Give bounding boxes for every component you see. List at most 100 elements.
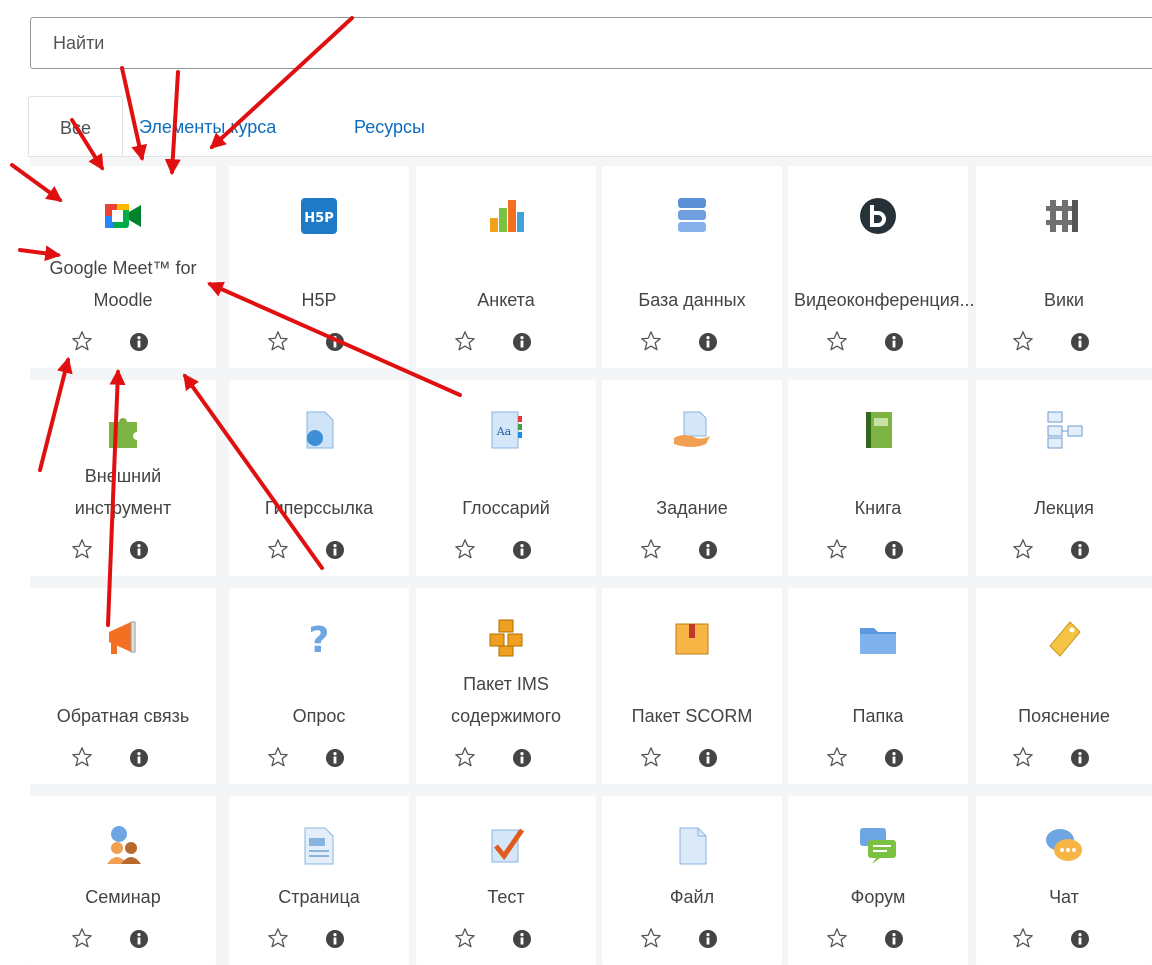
module-label: Файл <box>669 887 715 907</box>
module-label: База данных <box>638 290 746 310</box>
module-label: Пакет IMS содержимого <box>450 674 561 726</box>
info-icon[interactable] <box>512 332 532 352</box>
star-icon[interactable] <box>826 746 848 768</box>
module-card[interactable]: Файл <box>602 796 782 965</box>
star-icon[interactable] <box>267 538 289 560</box>
info-icon[interactable] <box>512 540 532 560</box>
module-label: Google Meet™ for Moodle <box>49 258 197 310</box>
star-icon[interactable] <box>71 538 93 560</box>
module-card[interactable]: База данных <box>602 166 782 368</box>
assignment-icon <box>670 408 714 452</box>
module-label: Тест <box>487 887 525 907</box>
star-icon[interactable] <box>640 330 662 352</box>
info-icon[interactable] <box>129 929 149 949</box>
module-card[interactable]: Aa Глоссарий <box>416 380 596 576</box>
module-card[interactable]: Обратная связь <box>30 588 216 784</box>
star-icon[interactable] <box>454 927 476 949</box>
module-label: Пакет SCORM <box>631 706 753 726</box>
module-label: Задание <box>656 498 728 518</box>
star-icon[interactable] <box>71 927 93 949</box>
lesson-icon <box>1042 408 1086 452</box>
module-card[interactable]: Пакет IMS содержимого <box>416 588 596 784</box>
module-card[interactable]: Чат <box>976 796 1152 965</box>
star-icon[interactable] <box>267 746 289 768</box>
svg-text:?: ? <box>309 620 330 660</box>
module-card[interactable]: Гиперссылка <box>229 380 409 576</box>
module-label: Пояснение <box>1018 706 1110 726</box>
info-icon[interactable] <box>325 929 345 949</box>
page-icon <box>297 824 341 868</box>
tab-all[interactable]: Все <box>28 96 123 156</box>
module-card[interactable]: H5P H5P <box>229 166 409 368</box>
module-card[interactable]: ? Опрос <box>229 588 409 784</box>
info-icon[interactable] <box>698 540 718 560</box>
star-icon[interactable] <box>71 330 93 352</box>
info-icon[interactable] <box>325 332 345 352</box>
star-icon[interactable] <box>640 746 662 768</box>
scorm-package-icon <box>670 616 714 660</box>
star-icon[interactable] <box>826 927 848 949</box>
module-label: Лекция <box>1034 498 1094 518</box>
module-card[interactable]: Задание <box>602 380 782 576</box>
module-card[interactable]: Страница <box>229 796 409 965</box>
svg-text:H5P: H5P <box>304 211 333 226</box>
info-icon[interactable] <box>1070 332 1090 352</box>
star-icon[interactable] <box>454 538 476 560</box>
star-icon[interactable] <box>1012 746 1034 768</box>
module-label: Глоссарий <box>462 498 550 518</box>
info-icon[interactable] <box>512 929 532 949</box>
quiz-icon <box>484 824 528 868</box>
module-card[interactable]: Видеоконференция... <box>788 166 975 368</box>
module-label: Вики <box>1044 290 1084 310</box>
module-card[interactable]: Анкета <box>416 166 596 368</box>
info-icon[interactable] <box>1070 748 1090 768</box>
module-card[interactable]: Форум <box>788 796 968 965</box>
info-icon[interactable] <box>129 540 149 560</box>
tab-resources[interactable]: Ресурсы <box>354 96 425 156</box>
module-card[interactable]: Папка <box>788 588 968 784</box>
module-card[interactable]: Google Meet™ for Moodle <box>30 166 216 368</box>
info-icon[interactable] <box>129 748 149 768</box>
module-card[interactable]: Семинар <box>30 796 216 965</box>
star-icon[interactable] <box>267 330 289 352</box>
star-icon[interactable] <box>826 330 848 352</box>
module-card[interactable]: Пакет SCORM <box>602 588 782 784</box>
info-icon[interactable] <box>325 748 345 768</box>
star-icon[interactable] <box>826 538 848 560</box>
star-icon[interactable] <box>267 927 289 949</box>
database-icon <box>670 194 714 238</box>
star-icon[interactable] <box>1012 330 1034 352</box>
module-card[interactable]: Внешний инструмент <box>30 380 216 576</box>
book-icon <box>856 408 900 452</box>
info-icon[interactable] <box>129 332 149 352</box>
star-icon[interactable] <box>454 330 476 352</box>
info-icon[interactable] <box>884 929 904 949</box>
star-icon[interactable] <box>454 746 476 768</box>
bar-chart-icon <box>484 194 528 238</box>
info-icon[interactable] <box>698 748 718 768</box>
info-icon[interactable] <box>698 332 718 352</box>
star-icon[interactable] <box>640 927 662 949</box>
star-icon[interactable] <box>71 746 93 768</box>
info-icon[interactable] <box>512 748 532 768</box>
info-icon[interactable] <box>325 540 345 560</box>
info-icon[interactable] <box>884 748 904 768</box>
module-card[interactable]: Лекция <box>976 380 1152 576</box>
star-icon[interactable] <box>1012 538 1034 560</box>
search-input[interactable] <box>30 17 1152 69</box>
workshop-icon <box>101 824 145 868</box>
module-card[interactable]: Пояснение <box>976 588 1152 784</box>
module-card[interactable]: Книга <box>788 380 968 576</box>
info-icon[interactable] <box>1070 540 1090 560</box>
info-icon[interactable] <box>1070 929 1090 949</box>
star-icon[interactable] <box>1012 927 1034 949</box>
tab-activities[interactable]: Элементы курса <box>139 96 276 156</box>
module-card[interactable]: Тест <box>416 796 596 965</box>
info-icon[interactable] <box>884 332 904 352</box>
glossary-icon: Aa <box>484 408 528 452</box>
chat-icon <box>1042 824 1086 868</box>
info-icon[interactable] <box>884 540 904 560</box>
star-icon[interactable] <box>640 538 662 560</box>
info-icon[interactable] <box>698 929 718 949</box>
module-card[interactable]: Вики <box>976 166 1152 368</box>
